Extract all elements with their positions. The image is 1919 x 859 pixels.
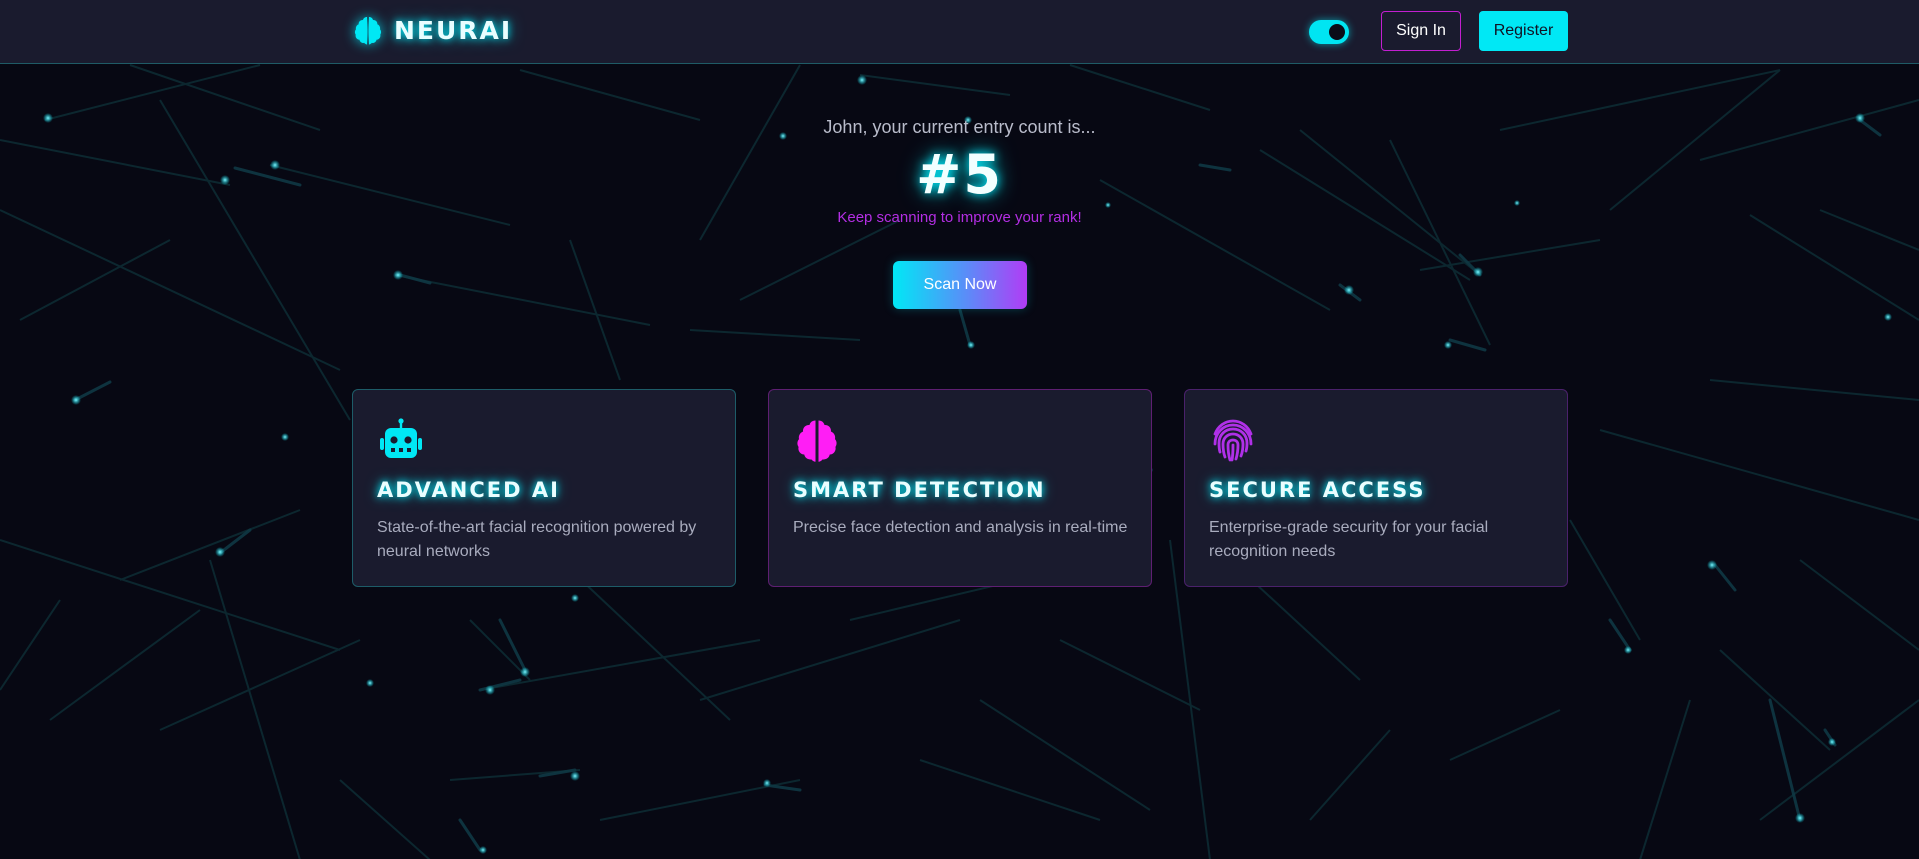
feature-card-secure-access: SECURE ACCESS Enterprise-grade security … bbox=[1184, 389, 1568, 587]
top-navbar: NEURAI Sign In Register bbox=[0, 0, 1919, 64]
robot-icon bbox=[377, 416, 425, 464]
brain-icon bbox=[793, 416, 841, 464]
feature-description: Precise face detection and analysis in r… bbox=[793, 519, 1128, 536]
brand-name: NEURAI bbox=[394, 15, 513, 45]
feature-title: ADVANCED AI bbox=[377, 478, 560, 502]
feature-description: Enterprise-grade security for your facia… bbox=[1209, 519, 1489, 560]
theme-toggle[interactable] bbox=[1309, 20, 1349, 44]
feature-card-smart-detection: SMART DETECTION Precise face detection a… bbox=[768, 389, 1152, 587]
feature-description: State-of-the-art facial recognition powe… bbox=[377, 519, 697, 560]
brand-logo[interactable]: NEURAI bbox=[352, 14, 512, 46]
sign-in-button[interactable]: Sign In bbox=[1381, 11, 1461, 51]
feature-card-advanced-ai: ADVANCED AI State-of-the-art facial reco… bbox=[352, 389, 736, 587]
feature-title: SMART DETECTION bbox=[793, 478, 1046, 502]
brain-icon bbox=[352, 14, 384, 46]
entry-count-text: John, your current entry count is... bbox=[823, 117, 1096, 137]
scan-now-button[interactable]: Scan Now bbox=[893, 261, 1027, 309]
feature-title: SECURE ACCESS bbox=[1209, 478, 1426, 502]
register-button[interactable]: Register bbox=[1479, 11, 1568, 51]
rank-value: #5 bbox=[916, 143, 1003, 206]
encourage-text: Keep scanning to improve your rank! bbox=[837, 209, 1082, 226]
fingerprint-icon bbox=[1209, 416, 1257, 464]
toggle-knob bbox=[1329, 24, 1345, 40]
